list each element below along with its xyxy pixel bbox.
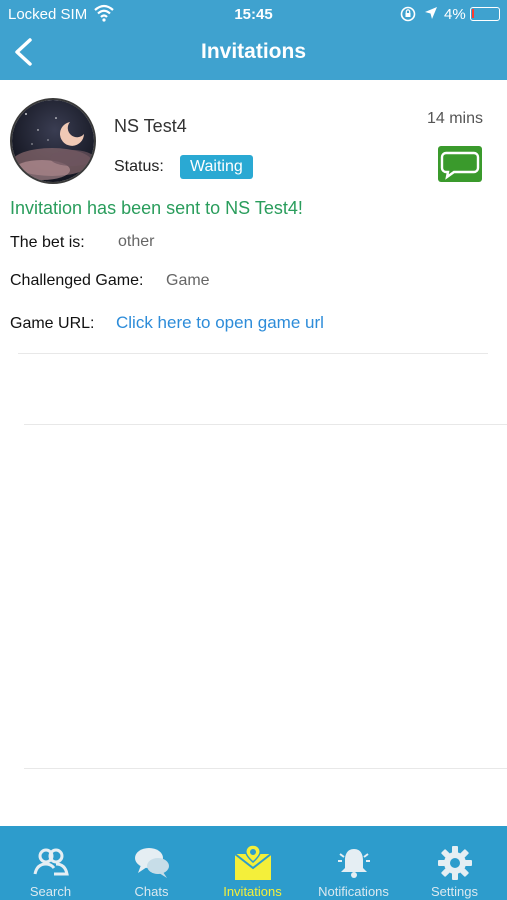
tab-chats[interactable]: Chats xyxy=(101,826,202,900)
divider xyxy=(24,424,507,425)
bell-icon xyxy=(338,849,370,878)
battery-percent: 4% xyxy=(444,6,466,23)
challenged-game-value: Game xyxy=(166,272,210,289)
users-search-icon xyxy=(33,848,69,876)
page-title: Invitations xyxy=(200,40,306,63)
tab-search[interactable]: Search xyxy=(0,826,101,900)
chat-button[interactable] xyxy=(438,146,482,182)
status-bar: Locked SIM 15:45 4% xyxy=(0,0,507,28)
tab-label: Settings xyxy=(431,884,478,899)
divider xyxy=(18,353,488,354)
invitation-sent-message: Invitation has been sent to NS Test4! xyxy=(10,198,303,218)
tab-notifications[interactable]: Notifications xyxy=(303,826,404,900)
game-url-label: Game URL: xyxy=(10,315,95,332)
bet-value: other xyxy=(118,233,155,250)
game-url-link[interactable]: Click here to open game url xyxy=(116,313,324,333)
avatar[interactable] xyxy=(10,98,96,184)
header: Locked SIM 15:45 4% Invitations xyxy=(0,0,507,80)
chat-bubbles-icon xyxy=(135,848,169,878)
tab-label: Invitations xyxy=(223,884,282,899)
bet-label: The bet is: xyxy=(10,234,85,251)
time-ago: 14 mins xyxy=(426,110,483,127)
tab-invitations[interactable]: Invitations xyxy=(202,826,303,900)
status-badge: Waiting xyxy=(180,155,253,179)
battery-icon xyxy=(470,7,500,21)
user-name: NS Test4 xyxy=(114,116,187,136)
invitation-envelope-icon xyxy=(234,844,272,880)
tab-settings[interactable]: Settings xyxy=(404,826,505,900)
avatar-image xyxy=(12,100,94,182)
battery-fill xyxy=(472,9,474,18)
gear-icon xyxy=(438,846,472,880)
tab-bar: Search Chats Invitations Notifications S… xyxy=(0,826,507,900)
status-label: Status: xyxy=(114,158,164,175)
divider xyxy=(24,768,507,769)
chat-icon xyxy=(440,151,480,180)
challenged-game-label: Challenged Game: xyxy=(10,272,144,289)
tab-label: Chats xyxy=(134,884,169,899)
tab-label: Notifications xyxy=(318,884,389,899)
rotation-lock-icon xyxy=(400,6,416,22)
tab-label: Search xyxy=(29,884,72,899)
location-arrow-icon xyxy=(425,7,437,19)
